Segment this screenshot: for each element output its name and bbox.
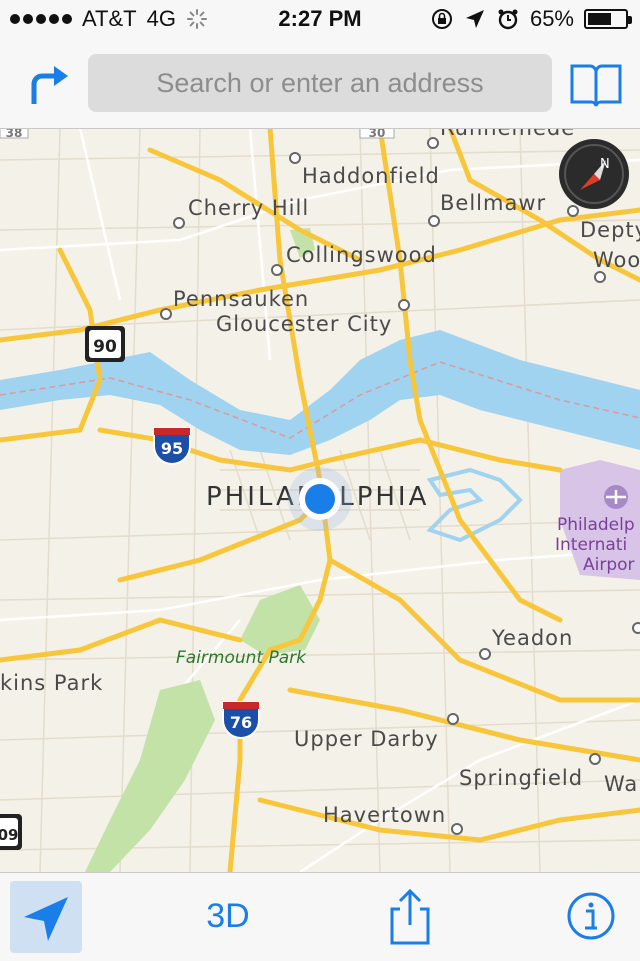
place-label-collingswood[interactable]: Collingswood — [286, 243, 437, 267]
place-label-havertown[interactable]: Havertown — [323, 803, 446, 827]
airport-label-line1[interactable]: Philadelp — [557, 515, 635, 535]
alarm-clock-icon — [498, 9, 518, 30]
svg-text:30: 30 — [369, 128, 386, 140]
interstate-shield-95[interactable]: 95 — [153, 427, 191, 466]
svg-text:N: N — [600, 157, 610, 172]
status-bar: AT&T 4G 2:27 PM 65% — [0, 0, 640, 40]
directions-button[interactable] — [22, 58, 72, 108]
place-label-bellmawr[interactable]: Bellmawr — [440, 191, 546, 215]
svg-text:95: 95 — [161, 439, 183, 458]
place-label-runnemede[interactable]: Runnemede — [440, 128, 575, 140]
3d-button[interactable]: 3D — [196, 891, 260, 941]
search-input[interactable] — [88, 54, 552, 112]
info-icon — [567, 892, 615, 940]
place-label-yeadon[interactable]: Yeadon — [491, 626, 573, 650]
route-shield-30[interactable]: 30 — [359, 128, 395, 140]
share-button[interactable] — [386, 887, 434, 947]
place-label-wa[interactable]: Wa — [604, 772, 638, 796]
bookmarks-button[interactable] — [568, 60, 624, 110]
route-shield-90[interactable]: 90 — [85, 326, 125, 362]
battery-percent: 65% — [529, 6, 574, 31]
svg-text:38: 38 — [6, 128, 23, 140]
share-icon — [390, 888, 430, 945]
info-button[interactable] — [566, 891, 616, 941]
place-label-cherry-hill[interactable]: Cherry Hill — [188, 196, 309, 220]
place-label-springfield[interactable]: Springfield — [459, 766, 583, 790]
park-label-fairmount[interactable]: Fairmount Park — [176, 648, 307, 668]
rotation-lock-icon — [431, 9, 452, 29]
place-label-haddonfield[interactable]: Haddonfield — [302, 164, 440, 188]
battery-icon — [584, 9, 632, 29]
place-label-woo[interactable]: Woo — [593, 248, 640, 272]
tracking-button[interactable] — [10, 881, 82, 953]
current-location-marker[interactable] — [288, 467, 352, 531]
svg-text:76: 76 — [230, 713, 252, 732]
place-label-pennsauken[interactable]: Pennsauken — [173, 287, 309, 311]
place-label-depty[interactable]: Depty — [580, 218, 640, 242]
location-arrow-icon — [465, 10, 484, 28]
place-label-kins-park[interactable]: kins Park — [0, 671, 103, 695]
map-bottom-toolbar: 3D — [0, 872, 640, 961]
interstate-shield-76[interactable]: 76 — [222, 701, 260, 740]
airport-label-line2[interactable]: Internati — [555, 535, 627, 555]
place-label-upper-darby[interactable]: Upper Darby — [294, 727, 439, 751]
turn-arrow-icon — [31, 66, 68, 104]
map-top-bar — [0, 40, 640, 129]
book-icon — [570, 64, 622, 107]
route-shield-09[interactable]: 09 — [0, 814, 22, 850]
compass-icon[interactable]: N — [559, 139, 629, 209]
status-right: 65% — [430, 6, 632, 32]
svg-text:09: 09 — [0, 826, 18, 844]
location-arrow-icon — [24, 897, 68, 941]
route-shield-38[interactable]: 38 — [0, 128, 29, 140]
map-canvas[interactable]: Runnemede Haddonfield Cherry Hill Bellma… — [0, 128, 640, 872]
place-label-gloucester-city[interactable]: Gloucester City — [216, 312, 392, 336]
airport-label-line3[interactable]: Airpor — [583, 555, 635, 575]
map-view[interactable]: Runnemede Haddonfield Cherry Hill Bellma… — [0, 128, 640, 872]
svg-text:90: 90 — [93, 337, 117, 357]
